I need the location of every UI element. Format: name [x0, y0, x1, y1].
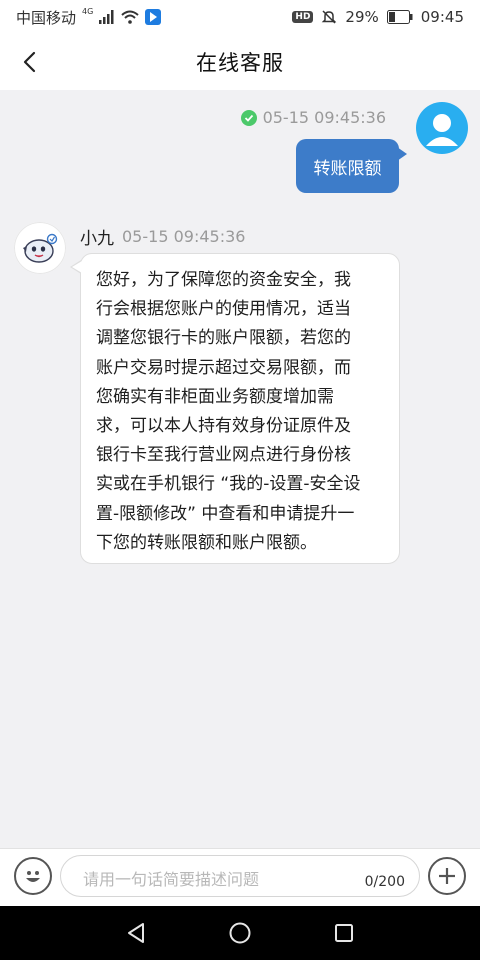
bot-avatar[interactable] — [14, 222, 66, 274]
nav-home-button[interactable] — [220, 913, 260, 953]
add-attachment-button[interactable] — [428, 857, 466, 895]
user-message-text: 转账限额 — [313, 158, 382, 179]
clock: 09:45 — [420, 8, 464, 26]
bot-message-line: 求，可以本人持有效身份证原件及 — [96, 416, 351, 437]
bot-name: 小九 — [80, 229, 114, 249]
bot-message-meta: 小九 05-15 09:45:36 — [80, 224, 245, 249]
bot-message-line: 您好，为了保障您的资金安全，我 — [96, 270, 351, 290]
network-type: 4G — [82, 6, 94, 16]
mute-bell-icon — [322, 10, 337, 24]
back-button[interactable] — [14, 46, 46, 78]
app-notification-icon — [145, 9, 162, 25]
status-right: HD 29% 09:45 — [292, 8, 464, 26]
check-circle-icon — [240, 109, 257, 126]
nav-back-icon — [128, 923, 144, 943]
user-avatar[interactable] — [416, 102, 468, 154]
bot-message-line: 行会根据您账户的使用情况，适当 — [96, 299, 351, 320]
bot-message-line: 调整您银行卡的账户限额，若您的 — [96, 328, 351, 349]
user-message-timestamp: 05-15 09:45:36 — [262, 108, 386, 127]
bot-message-line: 下您的转账限额和账户限额。 — [96, 532, 317, 553]
user-message-meta: 05-15 09:45:36 — [240, 108, 386, 127]
bot-message-timestamp: 05-15 09:45:36 — [122, 227, 246, 246]
signal-icon — [99, 10, 114, 24]
bot-message-line: 账户交易时提示超过交易限额，而 — [96, 357, 351, 378]
carrier-label: 中国移动 — [16, 8, 77, 27]
char-counter: 0/200 — [364, 874, 405, 890]
emoji-icon — [26, 871, 40, 882]
bot-message-line: 置-限额修改” 中查看和申请提升一 — [96, 503, 355, 524]
chevron-left-icon — [23, 51, 36, 73]
user-avatar-icon — [426, 114, 458, 146]
app-header: 在线客服 — [0, 34, 480, 90]
page-title: 在线客服 — [196, 51, 284, 75]
message-input[interactable]: 请用一句话简要描述问题 0/200 — [60, 855, 420, 897]
status-bar: 中国移动 4G HD 29% 09:45 — [0, 0, 480, 34]
mascot-avatar-icon — [14, 222, 66, 274]
bot-message-bubble[interactable]: 您好，为了保障您的资金安全，我 行会根据您账户的使用情况，适当 调整您银行卡的账… — [70, 253, 400, 564]
bot-message-line: 银行卡至我行营业网点进行身份核 — [96, 445, 351, 466]
status-left: 中国移动 4G — [16, 6, 162, 28]
bot-message-line: 您确实有非柜面业务额度增加需 — [96, 386, 334, 407]
bot-message-line: 实或在手机银行 “我的-设置-安全设 — [96, 474, 361, 495]
nav-recents-button[interactable] — [324, 913, 364, 953]
message-input-placeholder: 请用一句话简要描述问题 — [83, 870, 260, 889]
system-nav-bar — [0, 906, 480, 960]
wifi-icon — [121, 10, 139, 24]
input-bar: 请用一句话简要描述问题 0/200 — [0, 848, 480, 906]
nav-recents-icon — [335, 924, 353, 942]
plus-icon — [439, 868, 455, 884]
nav-back-button[interactable] — [116, 913, 156, 953]
battery-icon — [386, 10, 413, 24]
hd-badge: HD — [292, 11, 314, 23]
battery-percent: 29% — [345, 8, 379, 26]
nav-home-icon — [229, 922, 251, 944]
emoji-button[interactable] — [14, 857, 52, 895]
user-message-bubble[interactable]: 转账限额 — [296, 139, 407, 193]
